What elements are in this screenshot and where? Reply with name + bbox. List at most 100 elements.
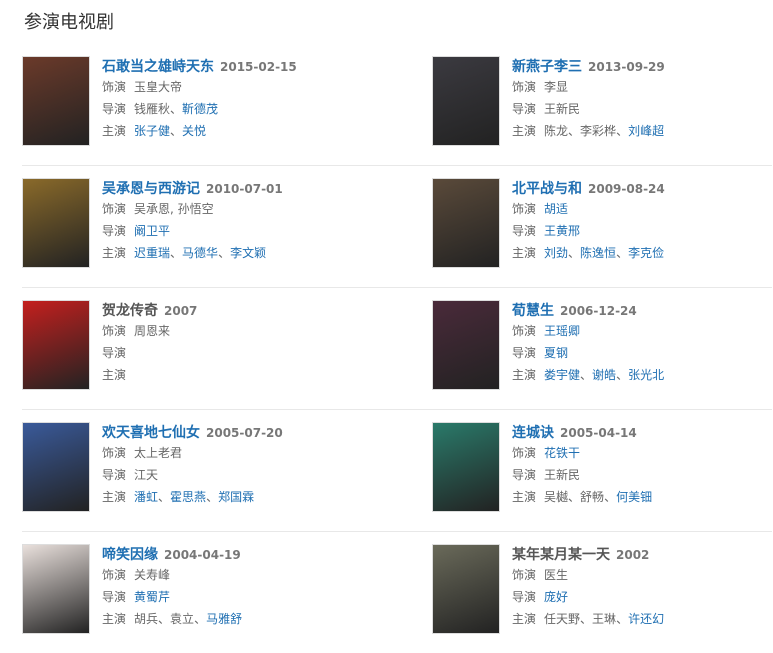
person-link[interactable]: 潘虹 [134,490,158,504]
lead-line-label: 主演 [102,612,127,626]
series-row: 石敢当之雄峙天东 2015-02-15 饰演 玉皇大帝 导演 钱雁秋、靳德茂 主演 张子健、关… [22,44,772,166]
person-link[interactable]: 夏钢 [544,346,568,360]
director-line: 导演 王黄邢 [512,220,665,242]
role-line-label: 饰演 [512,202,537,216]
poster-thumbnail[interactable] [22,422,90,512]
person-link[interactable]: 迟重瑞 [134,246,170,260]
lead-line: 主演 潘虹、霍思燕、郑国霖 [102,486,283,508]
separator: 吴承恩, 孙悟空 [134,202,214,216]
separator: 任天野 [544,612,581,626]
separator: 、 [170,102,183,116]
series-date: 2009-08-24 [588,182,665,196]
separator: 关寿峰 [134,568,171,582]
poster-image [433,179,499,267]
person-link[interactable]: 马德华 [182,246,218,260]
series-date: 2005-04-14 [560,426,637,440]
poster-thumbnail[interactable] [22,544,90,634]
lead-line: 主演 任天野、王琳、许还幻 [512,608,664,630]
separator: 王新民 [544,468,581,482]
series-heading: 北平战与和 2009-08-24 [512,178,665,198]
person-link[interactable]: 阚卫平 [134,224,170,238]
lead-line: 主演 迟重瑞、马德华、李文颖 [102,242,283,264]
person-link[interactable]: 张子健 [134,124,170,138]
director-line-label: 导演 [102,590,127,604]
lead-line-label: 主演 [512,368,537,382]
section-title: 参演电视剧 [24,12,114,33]
poster-image [433,301,499,389]
series-card: 新燕子李三 2013-09-29 饰演 李显 导演 王新民 主演 陈龙、李彩桦、刘峰超 [432,56,772,146]
lead-line-value: 陈龙、李彩桦、刘峰超 [544,124,664,138]
series-title[interactable]: 连城诀 [512,425,554,441]
person-link[interactable]: 黄蜀芹 [134,590,170,604]
series-title[interactable]: 北平战与和 [512,181,582,197]
poster-image [23,179,89,267]
lead-line-label: 主演 [512,246,537,260]
series-date: 2007 [164,304,198,318]
person-link[interactable]: 许还幻 [628,612,664,626]
person-link[interactable]: 关悦 [182,124,206,138]
director-line: 导演 王新民 [512,98,665,120]
series-row: 吴承恩与西游记 2010-07-01 饰演 吴承恩, 孙悟空 导演 阚卫平 主演 迟重瑞、马德… [22,166,772,288]
person-link[interactable]: 陈逸恒 [580,246,616,260]
person-link[interactable]: 郑国霖 [218,490,254,504]
director-line-value: 王黄邢 [544,224,580,238]
role-line-label: 饰演 [512,446,537,460]
series-title: 某年某月某一天 [512,547,610,563]
poster-thumbnail[interactable] [22,56,90,146]
poster-image [433,423,499,511]
role-line: 饰演 玉皇大帝 [102,76,297,98]
series-title[interactable]: 欢天喜地七仙女 [102,425,200,441]
poster-thumbnail[interactable] [432,178,500,268]
lead-line: 主演 胡兵、袁立、马雅舒 [102,608,242,630]
person-link[interactable]: 张光北 [628,368,664,382]
separator: 、 [568,124,581,138]
series-info: 某年某月某一天 2002 饰演 医生 导演 庞好 主演 任天野、王琳、许还幻 [512,544,664,630]
person-link[interactable]: 何美钿 [616,490,652,504]
poster-thumbnail[interactable] [432,544,500,634]
person-link[interactable]: 刘劲 [544,246,568,260]
series-heading: 贺龙传奇 2007 [102,300,197,320]
role-line-value: 医生 [544,568,568,582]
separator: 李彩桦 [580,124,617,138]
person-link[interactable]: 靳德茂 [182,102,218,116]
person-link[interactable]: 娄宇健 [544,368,580,382]
person-link[interactable]: 谢皓 [592,368,616,382]
series-title[interactable]: 新燕子李三 [512,59,582,75]
person-link[interactable]: 霍思燕 [170,490,206,504]
poster-image [433,57,499,145]
series-title[interactable]: 啼笑因缘 [102,547,158,563]
poster-thumbnail[interactable] [432,422,500,512]
poster-thumbnail[interactable] [22,178,90,268]
poster-thumbnail[interactable] [22,300,90,390]
separator: 、 [194,612,207,626]
person-link[interactable]: 花铁干 [544,446,580,460]
series-row: 欢天喜地七仙女 2005-07-20 饰演 太上老君 导演 江天 主演 潘虹、霍思燕、郑国霖连… [22,410,772,532]
director-line-value: 王新民 [544,468,580,482]
person-link[interactable]: 李文颖 [230,246,266,260]
series-title[interactable]: 石敢当之雄峙天东 [102,59,214,75]
separator: 玉皇大帝 [134,80,183,94]
series-title[interactable]: 吴承恩与西游记 [102,181,200,197]
person-link[interactable]: 庞好 [544,590,568,604]
role-line-value: 关寿峰 [134,568,170,582]
person-link[interactable]: 王黄邢 [544,224,580,238]
lead-line-label: 主演 [512,612,537,626]
person-link[interactable]: 李克俭 [628,246,664,260]
director-line: 导演 钱雁秋、靳德茂 [102,98,297,120]
series-card: 吴承恩与西游记 2010-07-01 饰演 吴承恩, 孙悟空 导演 阚卫平 主演 迟重瑞、马德… [22,178,362,268]
role-line-label: 饰演 [102,202,127,216]
person-link[interactable]: 王瑶卿 [544,324,580,338]
person-link[interactable]: 马雅舒 [206,612,242,626]
lead-line-value: 张子健、关悦 [134,124,206,138]
lead-line-value: 潘虹、霍思燕、郑国霖 [134,490,254,504]
poster-thumbnail[interactable] [432,300,500,390]
person-link[interactable]: 刘峰超 [628,124,664,138]
series-heading: 新燕子李三 2013-09-29 [512,56,665,76]
lead-line-value: 娄宇健、谢皓、张光北 [544,368,664,382]
lead-line: 主演 娄宇健、谢皓、张光北 [512,364,664,386]
poster-thumbnail[interactable] [432,56,500,146]
poster-image [23,423,89,511]
series-title[interactable]: 荀慧生 [512,303,554,319]
person-link[interactable]: 胡适 [544,202,568,216]
series-date: 2005-07-20 [206,426,283,440]
